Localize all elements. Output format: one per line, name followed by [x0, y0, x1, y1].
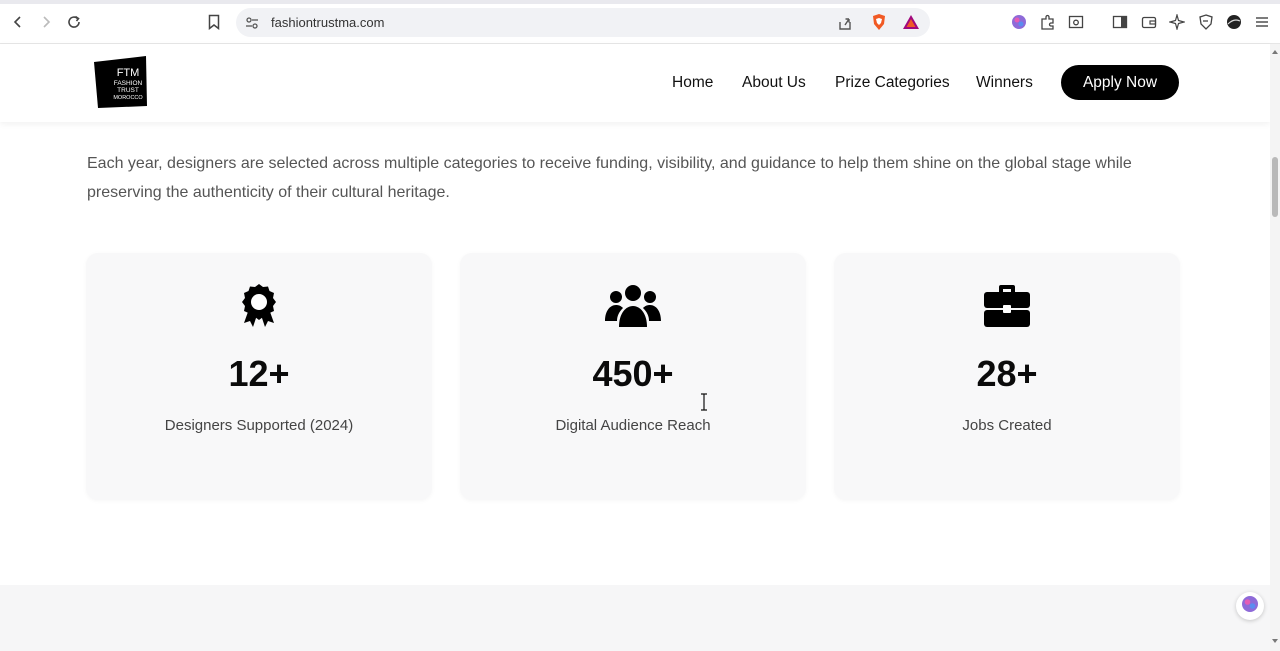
apply-now-button[interactable]: Apply Now — [1061, 65, 1179, 100]
extensions-icon[interactable] — [1039, 13, 1057, 31]
text-cursor-icon — [701, 393, 707, 411]
briefcase-icon — [834, 283, 1180, 331]
stat-card-jobs: 28+ Jobs Created — [834, 253, 1180, 500]
stat-value-designers: 12+ — [228, 353, 290, 394]
wallet-icon[interactable] — [1140, 13, 1158, 31]
brave-shield-icon[interactable] — [870, 13, 888, 31]
nav-about-us[interactable]: About Us — [742, 74, 806, 92]
menu-icon[interactable] — [1253, 13, 1271, 31]
url-text[interactable]: fashiontrustma.com — [271, 15, 384, 30]
intro-paragraph: Each year, designers are selected across… — [87, 155, 1132, 201]
address-bar[interactable]: fashiontrustma.com — [236, 8, 930, 37]
floating-assistant-button[interactable] — [1236, 592, 1264, 620]
next-section-band — [0, 585, 1270, 651]
nav-home[interactable]: Home — [672, 74, 713, 92]
nav-prize-categories[interactable]: Prize Categories — [835, 74, 950, 92]
stat-card-audience: 450+ Digital Audience Reach — [460, 253, 806, 500]
share-icon[interactable] — [836, 14, 854, 32]
reload-icon[interactable] — [64, 12, 84, 32]
back-icon[interactable] — [8, 12, 28, 32]
bookmark-icon[interactable] — [204, 12, 224, 32]
sparkle-icon[interactable] — [1168, 13, 1186, 31]
logo-line-fashion: FASHION — [114, 80, 143, 87]
leo-ai-icon[interactable] — [1010, 13, 1028, 31]
logo-line-trust: TRUST — [117, 87, 139, 94]
leo-brain-icon — [1241, 595, 1259, 618]
tab-strip-edge — [0, 0, 1280, 4]
sidebar-icon[interactable] — [1111, 13, 1129, 31]
award-icon — [86, 283, 432, 331]
logo-title: FTM — [117, 67, 140, 79]
nav-winners[interactable]: Winners — [976, 74, 1033, 92]
stat-label-audience: Digital Audience Reach — [555, 417, 711, 434]
browser-toolbar: fashiontrustma.com — [0, 0, 1280, 44]
site-settings-icon[interactable] — [245, 16, 259, 30]
screenshot-icon[interactable] — [1067, 13, 1085, 31]
users-icon — [460, 283, 806, 331]
profile-icon[interactable] — [1225, 13, 1243, 31]
stat-label-designers: Designers Supported (2024) — [164, 417, 354, 434]
stat-label-jobs: Jobs Created — [962, 417, 1052, 434]
scroll-up-icon — [1272, 50, 1278, 54]
vpn-icon[interactable] — [1197, 13, 1215, 31]
stat-value-jobs: 28+ — [976, 353, 1038, 394]
ftm-logo[interactable]: FTM FASHION TRUST MOROCCO — [90, 56, 148, 108]
page-scrollbar[interactable] — [1270, 44, 1280, 651]
brave-rewards-icon[interactable] — [902, 13, 920, 31]
forward-icon[interactable] — [36, 12, 56, 32]
stat-value-audience: 450+ — [592, 353, 674, 394]
scroll-thumb[interactable] — [1272, 157, 1278, 217]
stat-card-designers: 12+ Designers Supported (2024) — [86, 253, 432, 500]
site-header: FTM FASHION TRUST MOROCCO Home About Us … — [0, 44, 1270, 122]
logo-line-morocco: MOROCCO — [113, 95, 143, 101]
scroll-down-icon — [1272, 639, 1278, 643]
